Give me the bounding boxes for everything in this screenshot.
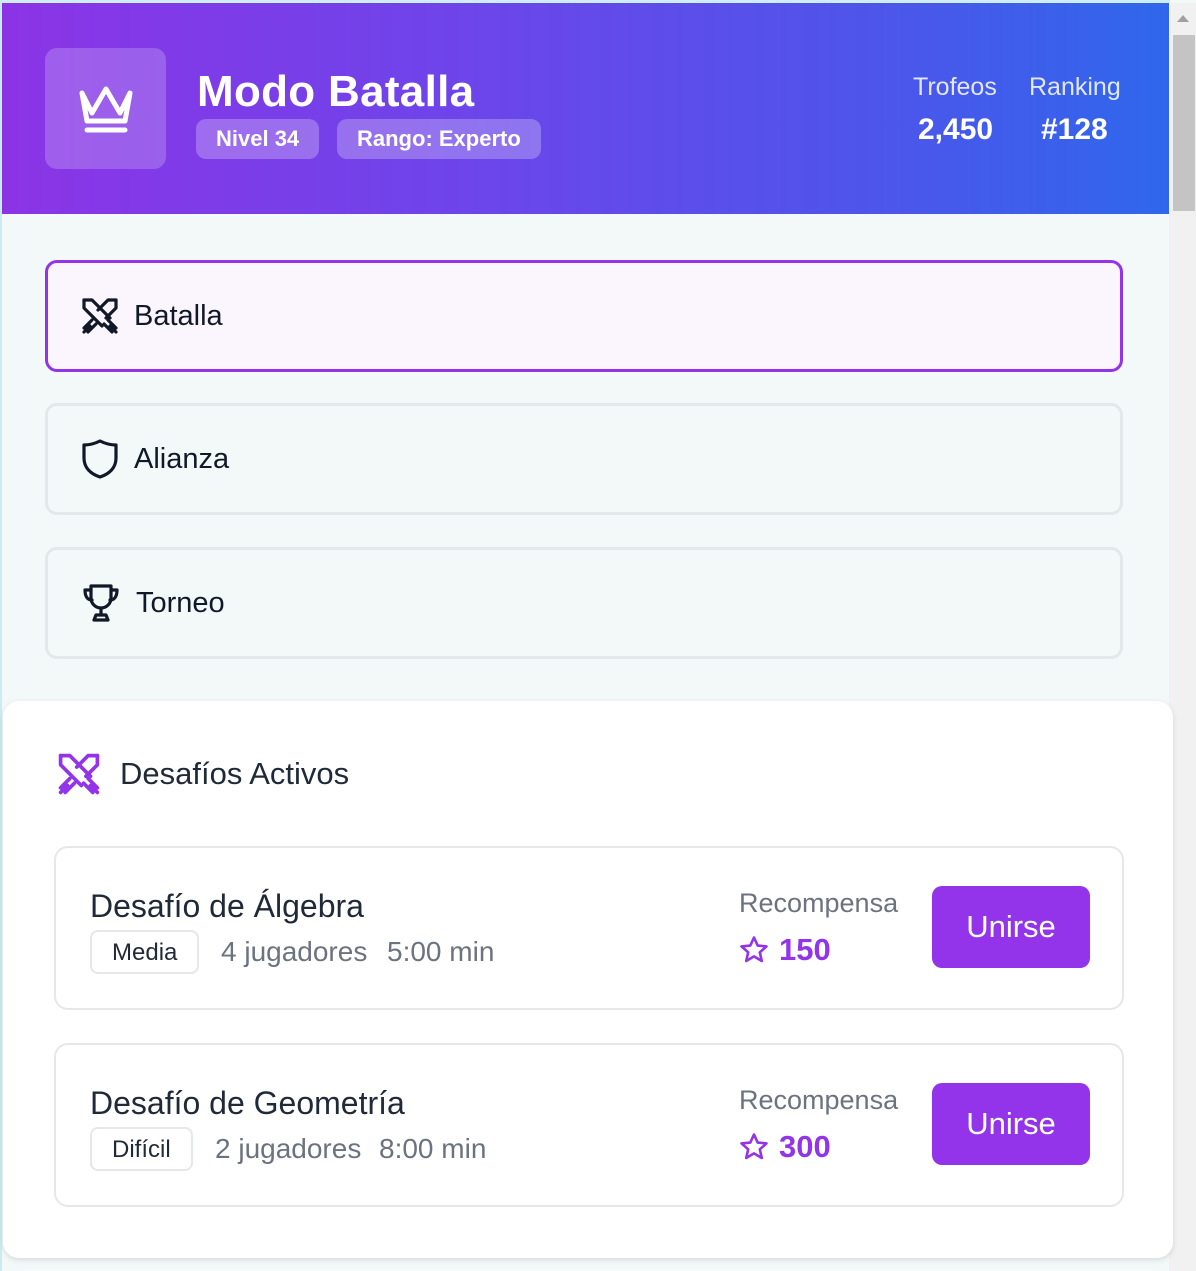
reward-value: 150	[779, 932, 831, 967]
ranking-label: Ranking	[1029, 73, 1121, 101]
mode-battle[interactable]: Batalla	[45, 260, 1123, 372]
swords-icon	[82, 298, 118, 334]
crown-icon	[79, 86, 132, 132]
scroll-up-arrow[interactable]	[1177, 15, 1189, 22]
difficulty-badge: Difícil	[90, 1127, 193, 1171]
trophies-label: Trofeos	[913, 73, 997, 101]
scrollbar[interactable]	[1169, 3, 1196, 1271]
mode-alliance[interactable]: Alianza	[45, 403, 1123, 515]
reward-label: Recompensa	[739, 1085, 899, 1115]
level-badge: Nivel 34	[196, 119, 320, 159]
scrollbar-thumb[interactable]	[1173, 35, 1195, 211]
challenge-card-geometry: Desafío de Geometría Difícil 2 jugadores…	[54, 1043, 1124, 1207]
trophy-icon	[83, 584, 119, 622]
reward: 300	[739, 1129, 831, 1165]
reward-label: Recompensa	[739, 888, 899, 918]
section-title: Desafíos Activos	[120, 756, 350, 791]
shield-icon	[82, 439, 118, 479]
difficulty-badge: Media	[90, 930, 200, 974]
reward-value: 300	[779, 1129, 831, 1164]
mode-tournament[interactable]: Torneo	[45, 547, 1123, 659]
reward: 150	[739, 932, 831, 968]
star-icon	[740, 1133, 768, 1160]
challenge-name: Desafío de Álgebra	[90, 888, 364, 924]
swords-icon	[58, 753, 100, 795]
mode-tournament-label: Torneo	[136, 586, 225, 619]
challenge-time: 5:00 min	[387, 936, 495, 967]
challenge-card-algebra: Desafío de Álgebra Media 4 jugadores 5:0…	[54, 846, 1124, 1010]
ranking-value: #128	[1041, 113, 1108, 146]
players-count: 4 jugadores	[221, 936, 368, 967]
page-title: Modo Batalla	[197, 67, 475, 116]
mode-battle-label: Batalla	[134, 299, 223, 332]
active-challenges-panel: Desafíos Activos Desafío de Álgebra Medi…	[3, 701, 1173, 1258]
players-count: 2 jugadores	[215, 1133, 362, 1164]
battle-header: Modo Batalla Nivel 34 Rango: Experto Tro…	[2, 3, 1169, 214]
join-button[interactable]: Unirse	[932, 886, 1090, 968]
crown-badge	[45, 48, 166, 169]
rank-badge: Rango: Experto	[337, 119, 541, 159]
star-icon	[740, 936, 768, 963]
challenge-name: Desafío de Geometría	[90, 1085, 405, 1121]
challenge-time: 8:00 min	[379, 1133, 487, 1164]
join-button[interactable]: Unirse	[932, 1083, 1090, 1165]
mode-alliance-label: Alianza	[134, 442, 230, 475]
trophies-value: 2,450	[918, 113, 994, 146]
